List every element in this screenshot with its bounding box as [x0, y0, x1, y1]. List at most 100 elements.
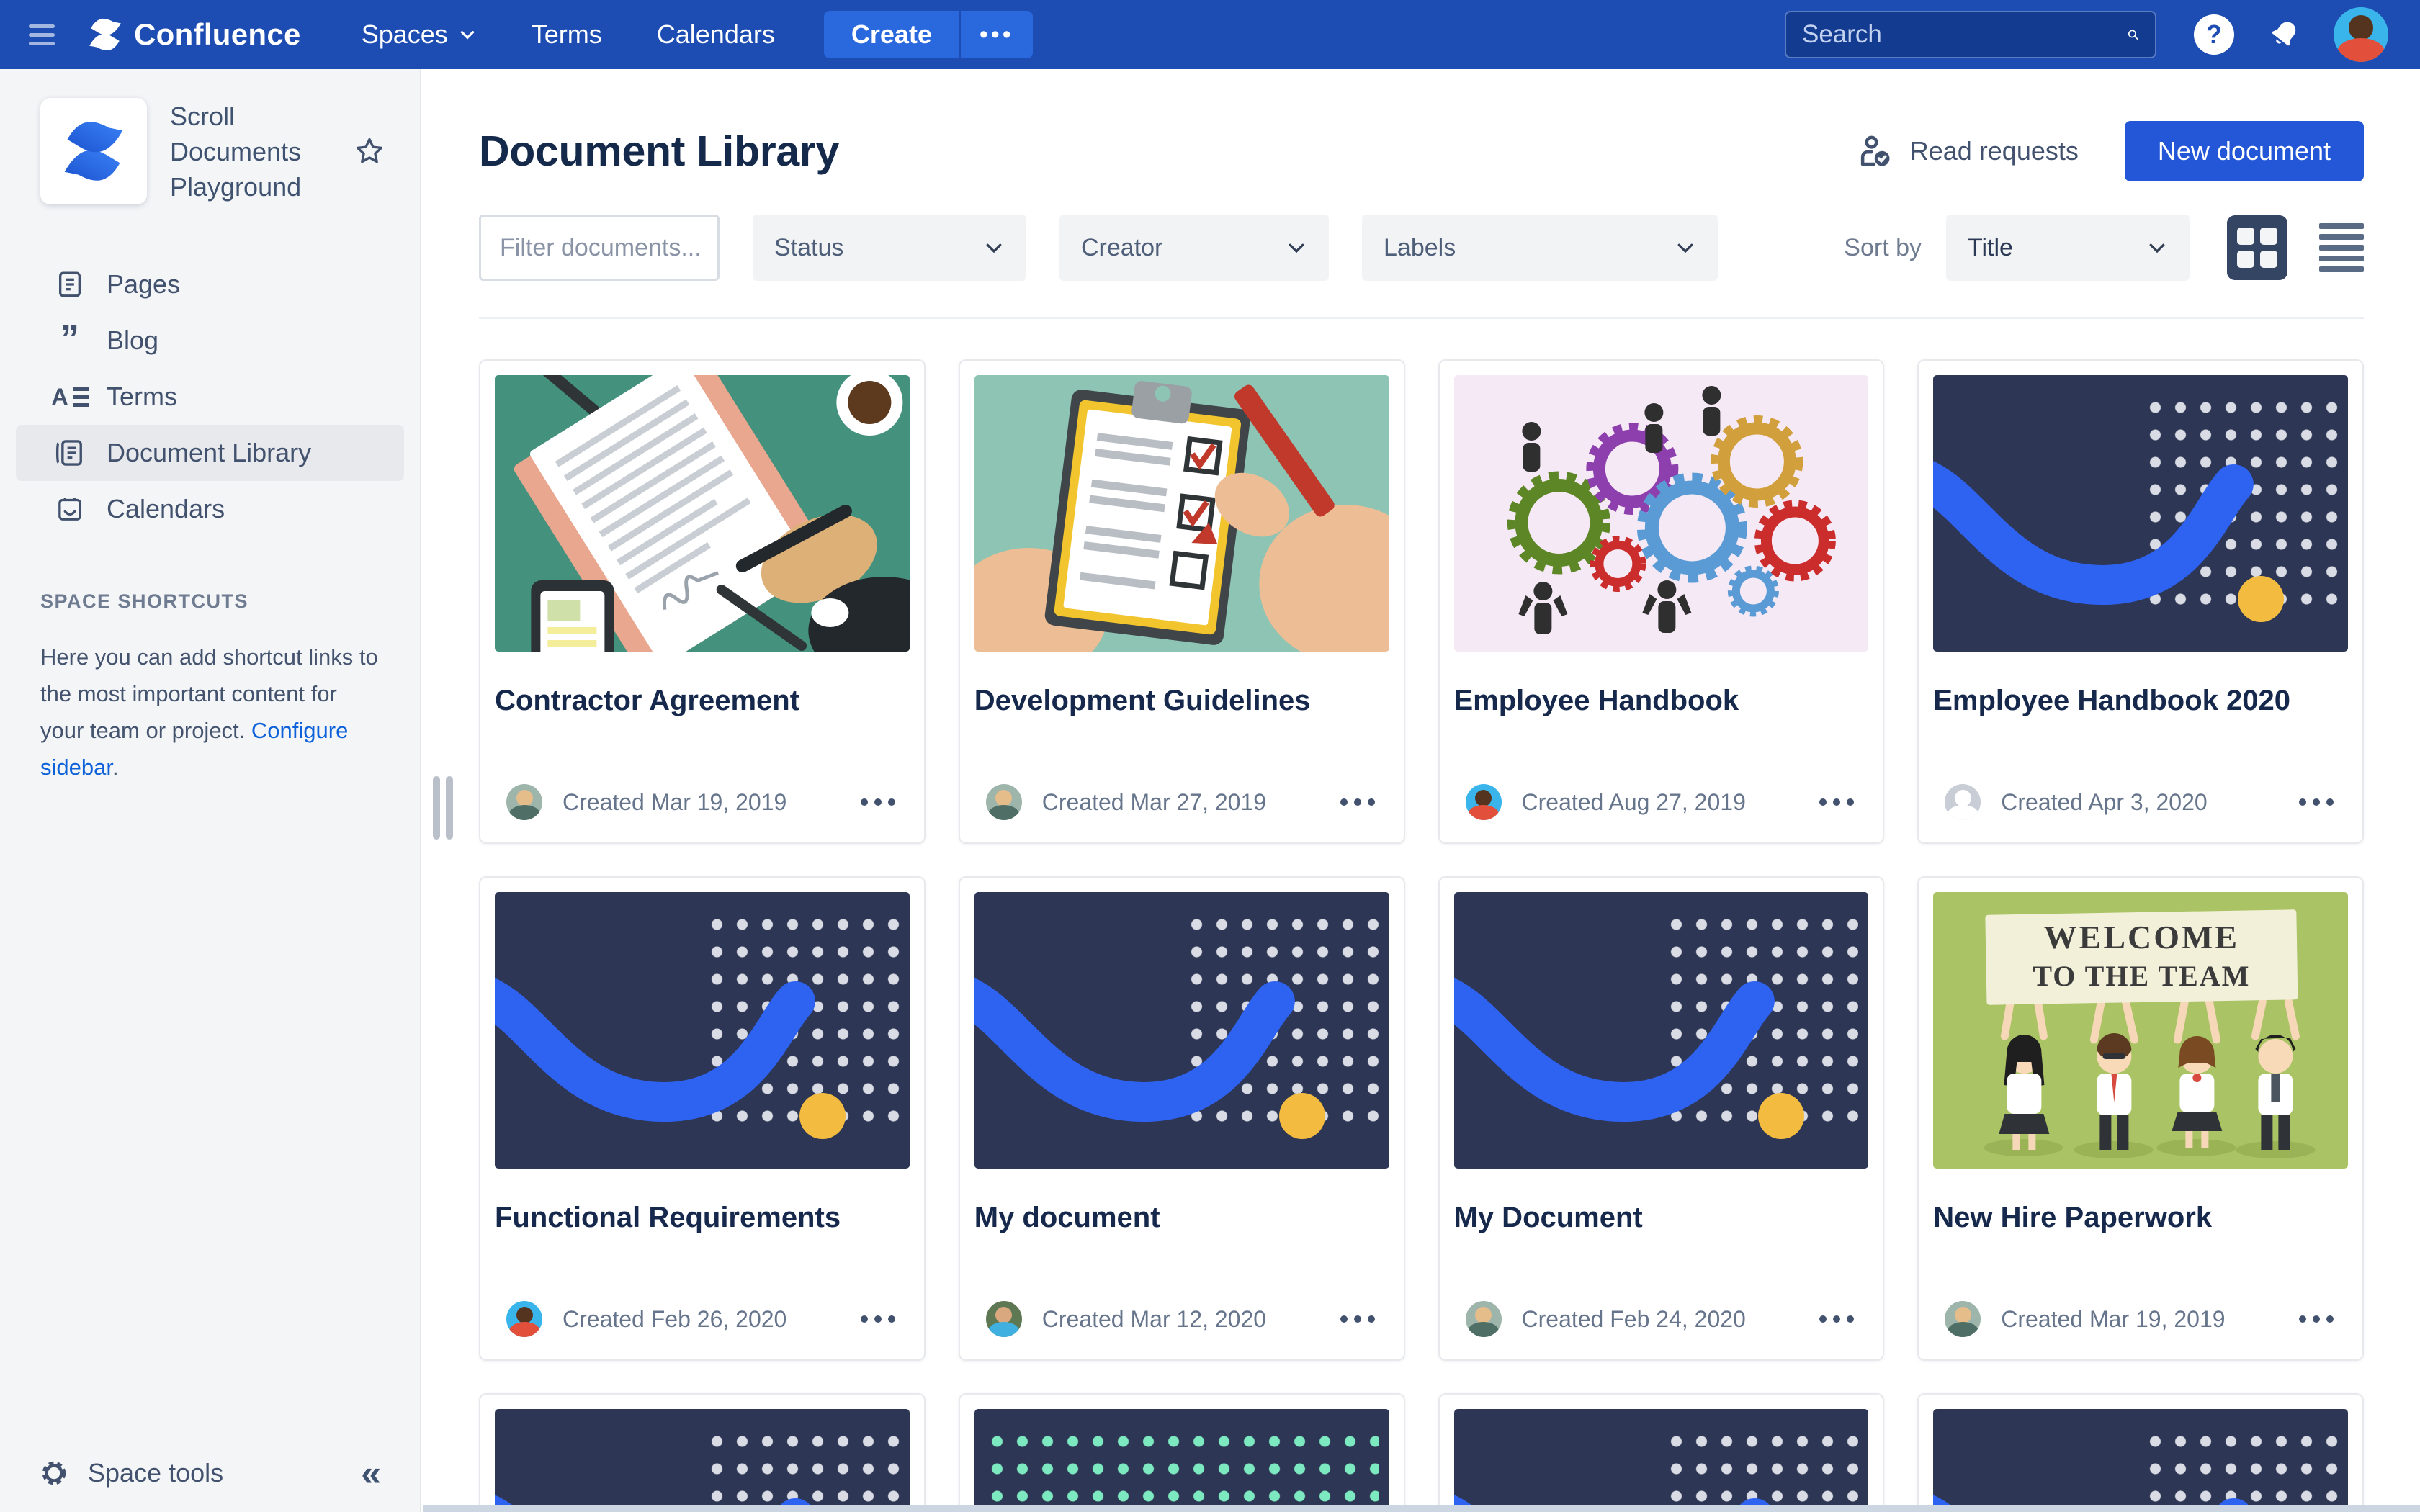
- top-navbar: Confluence Spaces Terms Calendars Create…: [0, 0, 2420, 69]
- notifications-bell-icon[interactable]: [2267, 18, 2300, 51]
- main-content: Document Library Read requests New docum…: [423, 69, 2420, 1512]
- search-input[interactable]: [1802, 20, 2127, 49]
- document-card-12[interactable]: [1917, 1393, 2364, 1512]
- chevron-down-icon: [458, 25, 477, 44]
- created-date: Created Aug 27, 2019: [1522, 789, 1746, 816]
- sidebar-footer: Space tools «: [0, 1434, 420, 1512]
- space-sidebar: Scroll Documents Playground Pages ” Blog…: [0, 69, 421, 1512]
- document-card-11[interactable]: [1438, 1393, 1885, 1512]
- sort-dropdown[interactable]: Title: [1946, 215, 2190, 281]
- document-card-footer: Created Mar 19, 2019: [1933, 1279, 2336, 1359]
- document-title[interactable]: Development Guidelines: [974, 685, 1389, 717]
- filter-documents-input[interactable]: [479, 215, 720, 281]
- created-date: Created Feb 26, 2020: [563, 1306, 786, 1333]
- read-requests-button[interactable]: Read requests: [1855, 132, 2079, 171]
- document-card-footer: Created Mar 27, 2019: [974, 762, 1378, 842]
- swoosh-art: [495, 1409, 910, 1512]
- document-card-4[interactable]: Employee Handbook 2020 Created Apr 3, 20…: [1917, 359, 2364, 844]
- yellow-dot-art: [1279, 1093, 1325, 1139]
- document-card-9[interactable]: [479, 1393, 926, 1512]
- sidebar-item-blog[interactable]: ” Blog: [16, 312, 404, 369]
- help-icon[interactable]: ?: [2194, 14, 2234, 55]
- blog-quote-icon: ”: [53, 328, 86, 354]
- search-icon: [2127, 22, 2139, 47]
- document-card-6[interactable]: My document Created Mar 12, 2020: [959, 876, 1405, 1361]
- card-more-menu-icon[interactable]: [2296, 788, 2336, 816]
- chevron-down-icon: [983, 237, 1005, 258]
- sidebar-item-terms[interactable]: A Terms: [16, 369, 404, 425]
- creator-avatar: [506, 1301, 542, 1337]
- space-logo[interactable]: [40, 98, 147, 204]
- document-thumbnail: WELCOME TO THE TEAM: [1933, 892, 2348, 1169]
- favorite-star-icon[interactable]: [354, 135, 385, 167]
- created-date: Created Mar 19, 2019: [2001, 1306, 2225, 1333]
- page-header: Document Library Read requests New docum…: [479, 121, 2364, 181]
- space-tools-gear-icon[interactable]: [39, 1458, 69, 1488]
- document-thumbnail: [1933, 1409, 2348, 1512]
- sidebar-item-label: Document Library: [107, 438, 311, 468]
- document-title[interactable]: Functional Requirements: [495, 1202, 910, 1234]
- creator-filter-dropdown[interactable]: Creator: [1059, 215, 1329, 281]
- document-thumbnail: [1933, 375, 2348, 652]
- document-card-10[interactable]: [959, 1393, 1405, 1512]
- document-title[interactable]: Employee Handbook 2020: [1933, 685, 2348, 717]
- document-card-1[interactable]: Contractor Agreement Created Mar 19, 201…: [479, 359, 926, 844]
- sidebar-item-label: Calendars: [107, 494, 225, 524]
- nav-spaces[interactable]: Spaces: [362, 19, 477, 50]
- swoosh-art: [495, 892, 910, 1164]
- hamburger-menu-icon[interactable]: [29, 19, 60, 50]
- create-more-button[interactable]: •••: [959, 11, 1033, 58]
- document-card-8[interactable]: WELCOME TO THE TEAM New Hire Paperwork C…: [1917, 876, 2364, 1361]
- create-button[interactable]: Create: [824, 11, 959, 58]
- document-title[interactable]: Employee Handbook: [1454, 685, 1869, 717]
- card-more-menu-icon[interactable]: [1816, 788, 1857, 816]
- global-search[interactable]: [1785, 11, 2156, 58]
- labels-filter-dropdown[interactable]: Labels: [1362, 215, 1718, 281]
- status-filter-dropdown[interactable]: Status: [753, 215, 1026, 281]
- swoosh-art: [1454, 892, 1869, 1164]
- card-more-menu-icon[interactable]: [858, 1305, 898, 1333]
- sidebar-item-pages[interactable]: Pages: [16, 256, 404, 312]
- document-title[interactable]: My Document: [1454, 1202, 1869, 1234]
- document-card-2[interactable]: Development Guidelines Created Mar 27, 2…: [959, 359, 1405, 844]
- sidebar-item-document-library[interactable]: Document Library: [16, 425, 404, 481]
- user-avatar[interactable]: [2334, 7, 2388, 62]
- confluence-logo[interactable]: Confluence: [86, 16, 301, 53]
- sidebar-item-label: Terms: [107, 382, 177, 412]
- document-card-5[interactable]: Functional Requirements Created Feb 26, …: [479, 876, 926, 1361]
- document-title[interactable]: My document: [974, 1202, 1389, 1234]
- sidebar-resize-handle[interactable]: [433, 776, 453, 840]
- document-title[interactable]: New Hire Paperwork: [1933, 1202, 2348, 1234]
- page-title: Document Library: [479, 127, 839, 176]
- collapse-sidebar-button[interactable]: «: [361, 1452, 381, 1494]
- gears-teamwork-illustration: [1454, 375, 1869, 652]
- sidebar-item-calendars[interactable]: Calendars: [16, 481, 404, 537]
- creator-avatar: [1945, 1301, 1981, 1337]
- grid-view-toggle[interactable]: [2227, 215, 2287, 280]
- created-date: Created Apr 3, 2020: [2001, 789, 2207, 816]
- card-more-menu-icon[interactable]: [1337, 1305, 1378, 1333]
- banner-text-line2: TO THE TEAM: [2033, 960, 2251, 992]
- horizontal-scrollbar[interactable]: [423, 1505, 2420, 1512]
- card-more-menu-icon[interactable]: [858, 788, 898, 816]
- document-card-7[interactable]: My Document Created Feb 24, 2020: [1438, 876, 1885, 1361]
- space-logo-icon: [59, 117, 128, 186]
- space-tools-label[interactable]: Space tools: [88, 1458, 223, 1488]
- document-title[interactable]: Contractor Agreement: [495, 685, 910, 717]
- banner-text-line1: WELCOME: [2044, 919, 2239, 955]
- sidebar-item-label: Pages: [107, 269, 180, 300]
- document-card-3[interactable]: Employee Handbook Created Aug 27, 2019: [1438, 359, 1885, 844]
- card-more-menu-icon[interactable]: [1816, 1305, 1857, 1333]
- swoosh-art: [974, 892, 1389, 1164]
- list-view-toggle[interactable]: [2319, 223, 2364, 272]
- space-name[interactable]: Scroll Documents Playground: [170, 99, 354, 204]
- nav-terms[interactable]: Terms: [532, 19, 602, 50]
- new-document-button[interactable]: New document: [2125, 121, 2364, 181]
- card-more-menu-icon[interactable]: [2296, 1305, 2336, 1333]
- nav-calendars[interactable]: Calendars: [657, 19, 775, 50]
- space-shortcuts-heading: SPACE SHORTCUTS: [40, 590, 380, 613]
- chevron-down-icon: [1286, 237, 1307, 258]
- card-more-menu-icon[interactable]: [1337, 788, 1378, 816]
- document-card-footer: Created Mar 12, 2020: [974, 1279, 1378, 1359]
- yellow-dot-art: [799, 1093, 846, 1139]
